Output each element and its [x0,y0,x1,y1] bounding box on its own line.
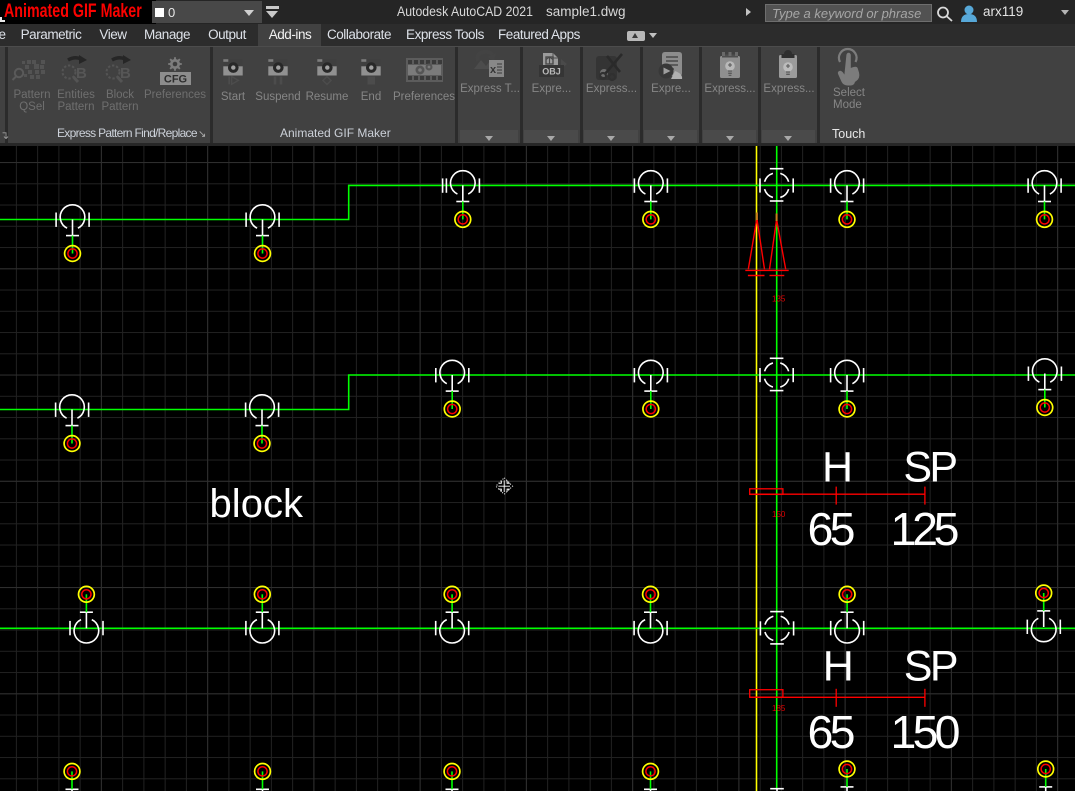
svg-text:H: H [823,642,854,690]
svg-text:150: 150 [772,510,786,519]
svg-text:125: 125 [891,503,960,555]
svg-text:block: block [210,482,305,526]
svg-text:H: H [822,444,853,492]
svg-text:65: 65 [808,706,856,758]
svg-text:65: 65 [808,503,856,555]
svg-text:OBJ: OBJ [542,67,561,77]
svg-text:150: 150 [891,706,961,758]
svg-text:SP: SP [903,443,958,491]
svg-text:B: B [120,65,131,82]
svg-text:CFG: CFG [164,74,187,86]
svg-text:x: x [490,64,497,76]
svg-text:B: B [76,65,87,82]
svg-text:SP: SP [904,642,959,690]
svg-text:185: 185 [772,704,786,713]
svg-text:135: 135 [772,295,786,304]
